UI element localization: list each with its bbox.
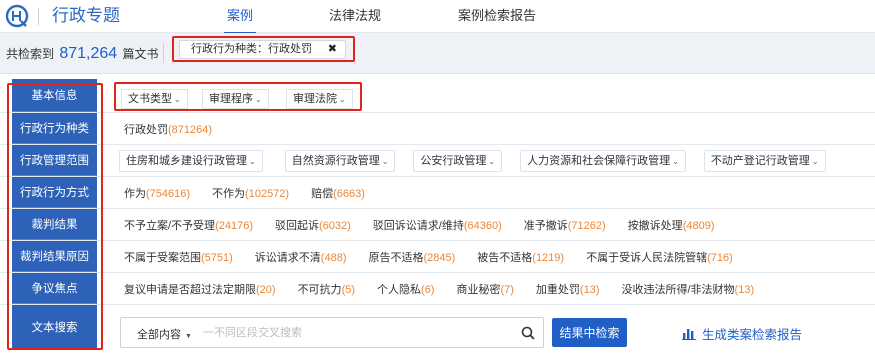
filter-option[interactable]: 不予立案/不予受理(24176) (124, 217, 253, 233)
filter-option[interactable]: 准予撤诉(71262) (524, 217, 606, 233)
filter-labels-highlight (7, 83, 103, 350)
scope-dropdown-housing[interactable]: 住房和城乡建设行政管理 ⌄ (119, 149, 263, 172)
filter-row-scope: 行政管理范围 住房和城乡建设行政管理 ⌄ 自然资源行政管理 ⌄ 公安行政管理 ⌄ 人力… (0, 145, 875, 177)
filter-option[interactable]: 诉讼请求不清(488) (255, 249, 347, 265)
chevron-down-icon: ⌄ (255, 95, 262, 104)
filter-option[interactable]: 赔偿(6663) (311, 185, 365, 201)
filter-option[interactable]: 行政处罚(871264) (124, 121, 212, 137)
filter-option[interactable]: 按撤诉处理(4809) (628, 217, 715, 233)
filter-panel: 基本信息 文书类型 ⌄ 审理程序 ⌄ 审理法院 ⌄ 行政行为种类 行政处罚(87126… (0, 76, 875, 353)
chevron-down-icon: ⌄ (339, 95, 346, 104)
generate-report-link[interactable]: 生成类案检索报告 (682, 324, 802, 343)
filter-option[interactable]: 不可抗力(5) (298, 281, 355, 297)
bar-chart-icon (682, 329, 696, 340)
filter-option[interactable]: 驳回起诉(6032) (275, 217, 351, 233)
filter-option[interactable]: 个人隐私(6) (377, 281, 434, 297)
tab-cases[interactable]: 案例 (224, 0, 256, 34)
filter-option[interactable]: 加重处罚(13) (536, 281, 600, 297)
result-count-suffix: 篇文书 (122, 47, 159, 61)
search-input[interactable] (203, 323, 503, 343)
filter-option[interactable]: 复议申请是否超过法定期限(20) (124, 281, 276, 297)
scope-dropdown-public-security[interactable]: 公安行政管理 ⌄ (413, 149, 503, 172)
search-icon[interactable] (521, 326, 535, 340)
filter-row-category: 行政行为种类 行政处罚(871264) (0, 113, 875, 145)
filter-option[interactable]: 被告不适格(1219) (477, 249, 564, 265)
filter-row-dispute: 争议焦点 复议申请是否超过法定期限(20) 不可抗力(5) 个人隐私(6) 商业… (0, 273, 875, 305)
chevron-down-icon: ⌄ (811, 156, 819, 166)
summary-divider (163, 43, 164, 63)
top-navigation-bar: 行政专题 案例 法律法规 案例检索报告 (0, 0, 875, 34)
close-icon[interactable]: ✖ (328, 41, 337, 58)
filter-option[interactable]: 商业秘密(7) (456, 281, 513, 297)
scope-dropdown-real-estate[interactable]: 不动产登记行政管理 ⌄ (703, 149, 826, 172)
filter-option[interactable]: 驳回诉讼请求/维持(64360) (373, 217, 502, 233)
document-type-dropdown[interactable]: 文书类型 ⌄ (121, 89, 188, 109)
filter-option[interactable]: 不属于受诉人民法院管辖(716) (586, 249, 733, 265)
logo-icon[interactable] (5, 4, 29, 28)
chevron-down-icon: ⌄ (488, 156, 496, 166)
result-count-text: 共检索到 871,264 篇文书 (6, 45, 159, 63)
trial-court-dropdown[interactable]: 审理法院 ⌄ (286, 89, 353, 109)
filter-row-method: 行政行为方式 作为(754616) 不作为(102572) 赔偿(6663) (0, 177, 875, 209)
scope-dropdown-human-resources[interactable]: 人力资源和社会保障行政管理 ⌄ (520, 149, 686, 172)
search-in-results-button[interactable]: 结果中检索 (552, 318, 627, 347)
filter-row-reason: 裁判结果原因 不属于受案范围(5751) 诉讼请求不清(488) 原告不适格(2… (0, 241, 875, 273)
chevron-down-icon: ⌄ (672, 156, 679, 166)
scope-dropdown-natural-resources[interactable]: 自然资源行政管理 ⌄ (284, 149, 396, 172)
chevron-down-icon: ⌄ (249, 156, 256, 166)
caret-down-icon: ▼ (185, 333, 192, 340)
filter-option[interactable]: 不作为(102572) (212, 185, 289, 201)
text-search-box: 全部内容 ▼ (120, 317, 544, 348)
filter-option[interactable]: 不属于受案范围(5751) (124, 249, 233, 265)
page-title: 行政专题 (52, 6, 120, 25)
filter-option[interactable]: 没收违法所得/非法财物(13) (621, 281, 754, 297)
filter-row-result: 裁判结果 不予立案/不予受理(24176) 驳回起诉(6032) 驳回诉讼请求/… (0, 209, 875, 241)
search-scope-dropdown[interactable]: 全部内容 ▼ (137, 326, 192, 342)
filter-option[interactable]: 原告不适格(2845) (368, 249, 455, 265)
active-filter-label: 行政行为种类：行政处罚 (191, 43, 312, 55)
result-count-prefix: 共检索到 (6, 47, 55, 61)
logo-divider (38, 8, 39, 25)
tab-laws-regulations[interactable]: 法律法规 (327, 0, 383, 33)
active-filter-chip[interactable]: 行政行为种类：行政处罚 ✖ (179, 40, 346, 59)
generate-report-label: 生成类案检索报告 (702, 328, 803, 342)
result-count: 871,264 (59, 45, 118, 62)
chevron-down-icon: ⌄ (174, 95, 181, 104)
chevron-down-icon: ⌄ (381, 156, 389, 166)
tab-case-search-report[interactable]: 案例检索报告 (456, 0, 538, 33)
result-summary-bar: 共检索到 871,264 篇文书 (0, 33, 875, 74)
trial-procedure-dropdown[interactable]: 审理程序 ⌄ (202, 89, 269, 109)
filter-option[interactable]: 作为(754616) (124, 185, 190, 201)
